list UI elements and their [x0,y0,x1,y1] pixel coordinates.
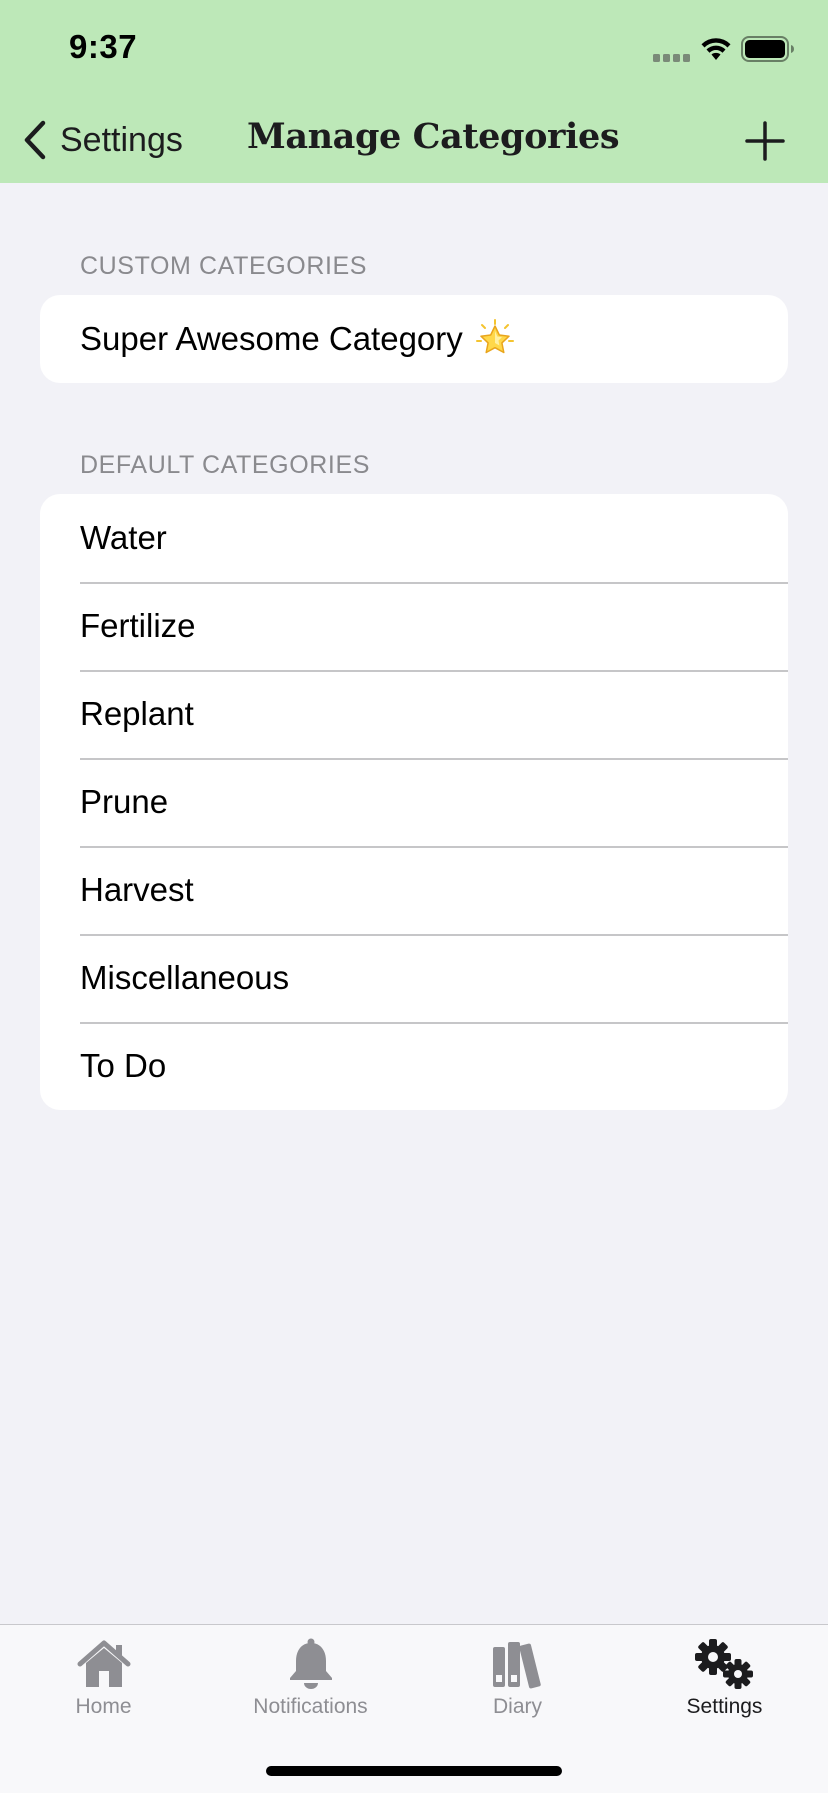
wifi-icon [701,38,731,60]
tab-settings[interactable]: Settings [621,1637,828,1737]
category-row-to-do[interactable]: To Do [40,1022,788,1110]
category-label: Replant [80,695,194,732]
gears-icon [694,1639,753,1689]
tab-notifications[interactable]: Notifications [207,1637,414,1737]
category-label: To Do [80,1047,167,1084]
home-indicator [266,1766,562,1776]
tab-label: Notifications [253,1695,368,1718]
chevron-left-icon [24,120,46,160]
custom-categories-list: Super Awesome Category [40,295,788,383]
back-button[interactable]: Settings [22,116,183,164]
bell-icon [289,1638,332,1689]
page-title: Manage Categories [247,116,620,157]
category-label: Harvest [80,871,194,908]
default-categories-list: Water Fertilize Replant Prune Harvest Mi… [40,494,788,1110]
category-label: Miscellaneous [80,959,290,996]
plus-icon[interactable] [742,118,788,164]
category-row-fertilize[interactable]: Fertilize [40,582,788,670]
books-icon [492,1642,541,1689]
default-categories-header: DEFAULT CATEGORIES [80,451,371,479]
category-row-replant[interactable]: Replant [40,670,788,758]
tab-label: Diary [492,1695,542,1718]
custom-categories-header: CUSTOM CATEGORIES [80,252,368,280]
glowing-star-icon [475,319,514,354]
category-row-harvest[interactable]: Harvest [40,846,788,934]
house-icon [77,1640,130,1687]
status-time: 9:37 [69,28,138,65]
category-label: Fertilize [80,607,196,644]
battery-icon [741,36,794,62]
category-label: Super Awesome Category [80,320,463,357]
tab-label: Settings [686,1695,763,1718]
category-row-super-awesome[interactable]: Super Awesome Category [40,295,788,383]
navigation-header: 9:37 Settings Manage Categories [0,0,828,183]
back-button-label: Settings [60,120,183,159]
tab-diary[interactable]: Diary [414,1637,621,1737]
category-row-water[interactable]: Water [40,494,788,582]
cellular-signal-icon [653,54,690,62]
category-row-miscellaneous[interactable]: Miscellaneous [40,934,788,1022]
tab-home[interactable]: Home [0,1637,207,1737]
category-label: Prune [80,783,169,820]
tab-label: Home [75,1695,132,1718]
category-label: Water [80,519,167,556]
category-row-prune[interactable]: Prune [40,758,788,846]
